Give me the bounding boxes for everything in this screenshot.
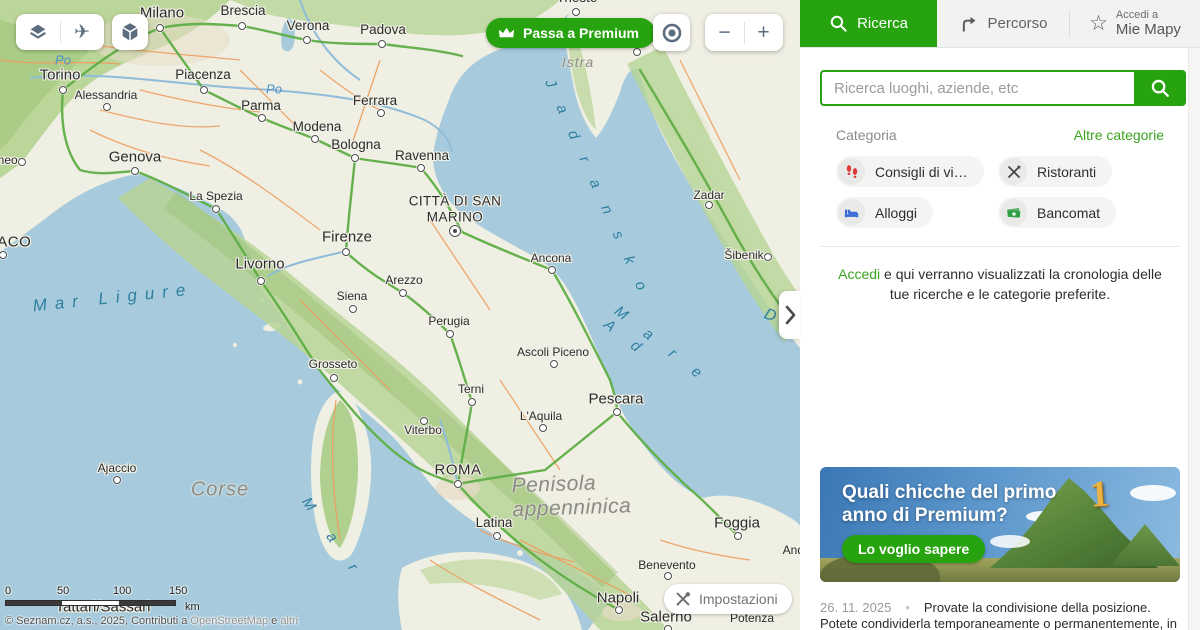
chevron-right-icon <box>783 304 797 326</box>
cube-3d-icon <box>119 21 141 43</box>
premium-banner[interactable]: 1 Quali chicche del primo anno di Premiu… <box>820 467 1180 582</box>
category-title: Categoria <box>836 127 897 143</box>
cloud-shape <box>990 535 1030 548</box>
map-attribution: © Seznam.cz, a.s., 2025, Contributi a Op… <box>5 615 298 627</box>
cloud-shape <box>1130 485 1176 501</box>
minus-icon: − <box>718 21 730 45</box>
layers-button[interactable] <box>17 14 60 50</box>
news-bullet: • <box>905 600 910 615</box>
aerial-view-button[interactable]: ✈ <box>61 14 104 50</box>
category-atm[interactable]: Bancomat <box>998 197 1116 228</box>
scale-tick: 50 <box>57 585 69 597</box>
zoom-out-button[interactable]: − <box>706 14 744 51</box>
zoom-controls: − + <box>705 14 783 51</box>
category-accommodation[interactable]: Alloggi <box>836 197 933 228</box>
cutlery-icon <box>1000 158 1027 185</box>
scale-tick: 0 <box>5 585 11 597</box>
category-travel-tips[interactable]: Consigli di vi… <box>836 156 984 187</box>
locate-target-icon <box>660 21 684 45</box>
attribution-text: © Seznam.cz, a.s., 2025, Contributi a <box>5 615 187 627</box>
map-canvas[interactable]: TorinoMilanoBresciaVeronaPadovaTriesteRi… <box>0 0 800 630</box>
scale-tick: 100 <box>113 585 131 597</box>
login-hint-text: e qui verranno visualizzati la cronologi… <box>884 266 1162 302</box>
banknote-icon <box>1000 199 1027 226</box>
tab-my-maps[interactable]: ☆ Accedi a Mie Mapy <box>1070 0 1200 47</box>
tab-search[interactable]: Ricerca <box>800 0 937 47</box>
tab-account-label-bottom: Mie Mapy <box>1116 21 1181 38</box>
search-input[interactable] <box>820 70 1134 106</box>
crown-icon <box>498 26 515 40</box>
banner-cta-button[interactable]: Lo voglio sapere <box>842 535 985 563</box>
search-bar <box>820 70 1186 106</box>
scale-unit: km <box>185 601 200 613</box>
osm-link[interactable]: OpenStreetMap <box>190 615 268 627</box>
zoom-in-button[interactable]: + <box>745 14 783 51</box>
map-scale: 050100150 km <box>5 585 176 606</box>
bed-icon <box>838 199 865 226</box>
news-date: 26. 11. 2025 <box>820 600 891 615</box>
side-panel: Ricerca Percorso ☆ Accedi a Mie Mapy <box>800 0 1200 630</box>
category-label: Alloggi <box>875 205 917 221</box>
plus-icon: + <box>757 21 769 45</box>
plane-icon: ✈ <box>74 21 90 44</box>
others-link[interactable]: altri <box>280 615 298 627</box>
search-submit-button[interactable] <box>1134 70 1186 106</box>
tab-account-label-top: Accedi a <box>1116 9 1181 22</box>
category-label: Ristoranti <box>1037 164 1096 180</box>
scale-ticks: 050100150 <box>5 585 176 598</box>
search-icon <box>1149 77 1171 99</box>
search-icon <box>829 14 848 33</box>
panel-tabs: Ricerca Percorso ☆ Accedi a Mie Mapy <box>800 0 1200 48</box>
attribution-text: e <box>271 615 277 627</box>
locate-me-button[interactable] <box>653 14 690 51</box>
settings-label: Impostazioni <box>699 591 778 607</box>
star-icon: ☆ <box>1089 13 1108 34</box>
scale-tick: 150 <box>169 585 187 597</box>
more-categories-link[interactable]: Altre categorie <box>1074 127 1164 143</box>
scale-bar <box>5 600 176 606</box>
category-label: Consigli di vi… <box>875 164 968 180</box>
premium-button[interactable]: Passa a Premium <box>486 18 655 48</box>
tools-icon <box>674 590 692 608</box>
category-header: Categoria Altre categorie <box>836 127 1164 143</box>
map-tiles <box>0 0 800 630</box>
category-label: Bancomat <box>1037 205 1100 221</box>
tab-route[interactable]: Percorso <box>937 0 1069 47</box>
banner-title: Quali chicche del primo anno di Premium? <box>842 481 1092 527</box>
login-link[interactable]: Accedi <box>838 266 880 282</box>
layers-icon <box>27 21 49 43</box>
login-hint: Accedi e qui verranno visualizzati la cr… <box>820 246 1180 305</box>
route-arrow-icon <box>958 14 978 34</box>
category-restaurants[interactable]: Ristoranti <box>998 156 1112 187</box>
tab-route-label: Percorso <box>987 15 1047 32</box>
premium-label: Passa a Premium <box>523 25 639 41</box>
footprints-icon <box>838 158 865 185</box>
app-window: TorinoMilanoBresciaVeronaPadovaTriesteRi… <box>0 0 1200 630</box>
tab-search-label: Ricerca <box>857 15 908 32</box>
3d-view-button[interactable] <box>112 14 148 50</box>
news-item[interactable]: 26. 11. 2025•Provate la condivisione del… <box>820 600 1182 630</box>
map-settings-button[interactable]: Impostazioni <box>664 584 792 614</box>
map-layers-toolbar: ✈ <box>16 14 104 50</box>
scrollbar-gutter[interactable] <box>1188 48 1200 630</box>
panel-collapse-tab[interactable] <box>779 291 800 339</box>
